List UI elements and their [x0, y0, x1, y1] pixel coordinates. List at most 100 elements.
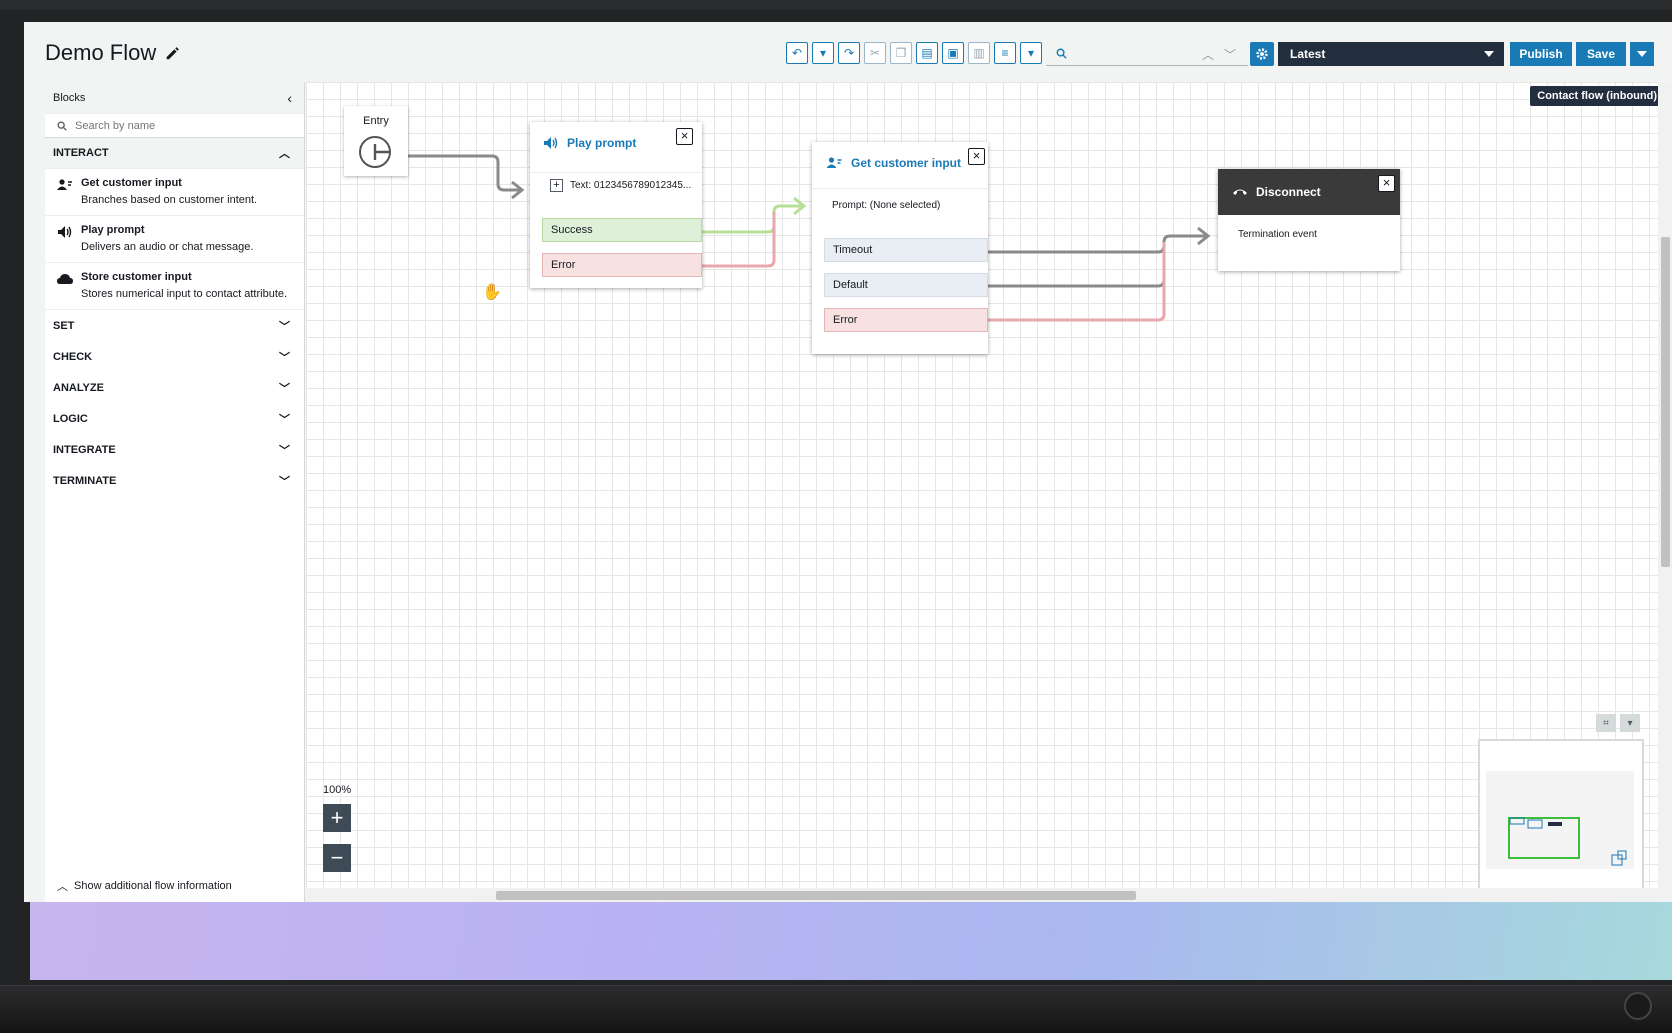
- category-set[interactable]: SET ﹀: [45, 310, 304, 341]
- version-select[interactable]: Latest: [1278, 42, 1504, 66]
- cut-icon[interactable]: ✂: [864, 42, 886, 64]
- close-icon[interactable]: ×: [676, 128, 693, 145]
- fit-view-icon[interactable]: ⌗: [1596, 714, 1616, 732]
- monitor-top-edge: [0, 0, 1672, 10]
- scroll-thumb[interactable]: [1661, 237, 1670, 567]
- copy-icon[interactable]: ❐: [890, 42, 912, 64]
- search-previous-icon[interactable]: ︿: [1202, 46, 1214, 63]
- node-title: Play prompt: [567, 136, 637, 150]
- node-title: Disconnect: [1256, 185, 1321, 199]
- block-description: Stores numerical input to contact attrib…: [81, 288, 288, 300]
- category-logic[interactable]: LOGIC ﹀: [45, 403, 304, 434]
- scroll-thumb[interactable]: [496, 891, 1136, 900]
- block-description: Delivers an audio or chat message.: [81, 241, 254, 253]
- save-button[interactable]: Save: [1576, 42, 1626, 66]
- publish-button[interactable]: Publish: [1510, 42, 1572, 66]
- branch-error[interactable]: Error: [542, 253, 702, 277]
- branch-default[interactable]: Default: [824, 273, 988, 297]
- close-icon[interactable]: ×: [1378, 175, 1395, 192]
- node-title: Get customer input: [851, 156, 962, 170]
- prompt-text: Text: 0123456789012345...: [570, 180, 692, 191]
- show-flow-info-label: Show additional flow information: [74, 880, 232, 892]
- category-label: TERMINATE: [53, 474, 117, 487]
- search-icon: [1056, 48, 1067, 59]
- horizontal-scrollbar[interactable]: [306, 888, 1672, 902]
- align-icon[interactable]: ≡: [994, 42, 1016, 64]
- chevron-down-icon: ﹀: [279, 320, 290, 333]
- redo-icon[interactable]: ↷: [838, 42, 860, 64]
- category-label: ANALYZE: [53, 381, 104, 394]
- block-get-customer-input[interactable]: Get customer input Branches based on cus…: [45, 169, 304, 216]
- caret-down-icon: [1637, 51, 1647, 57]
- flow-title: Demo Flow: [45, 40, 182, 66]
- cloud-icon: [57, 271, 73, 301]
- entry-node[interactable]: Entry: [344, 106, 408, 176]
- pencil-icon[interactable]: [164, 44, 182, 62]
- hand-cursor-icon: ✋: [482, 284, 502, 301]
- entry-label: Entry: [363, 115, 389, 127]
- category-check[interactable]: CHECK ﹀: [45, 341, 304, 372]
- phone-hangup-icon: [1233, 189, 1247, 195]
- block-search[interactable]: [45, 114, 304, 138]
- branch-success[interactable]: Success: [542, 218, 702, 242]
- speaker-icon: [544, 137, 558, 149]
- entry-point-icon: [359, 136, 391, 168]
- minimap-controls: ⌗ ▾: [1596, 714, 1640, 732]
- branch-label: Error: [833, 314, 858, 326]
- zoom-out-button[interactable]: −: [323, 844, 351, 872]
- undo-icon[interactable]: ↶: [786, 42, 808, 64]
- prompt-text-row[interactable]: + Text: 0123456789012345...: [530, 172, 702, 198]
- disconnect-node[interactable]: Disconnect × Termination event: [1218, 169, 1400, 271]
- flow-type-badge: Contact flow (inbound): [1530, 86, 1664, 106]
- chevron-down-icon: ﹀: [279, 351, 290, 364]
- paste-icon[interactable]: ▤: [916, 42, 938, 64]
- chevron-down-icon: ﹀: [279, 382, 290, 395]
- chevron-down-icon: ﹀: [279, 444, 290, 457]
- edit-toolbar: ↶ ▾ ↷ ✂ ❐ ▤ ▣ ▥ ≡ ▾: [786, 42, 1042, 64]
- block-store-customer-input[interactable]: Store customer input Stores numerical in…: [45, 263, 304, 310]
- minimap[interactable]: [1478, 739, 1644, 901]
- show-flow-info-toggle[interactable]: ︿ Show additional flow information: [57, 878, 232, 894]
- termination-event: Termination event: [1238, 229, 1317, 240]
- flow-header: Demo Flow ↶ ▾ ↷ ✂ ❐ ▤ ▣ ▥ ≡ ▾ ︿ ﹀ Latest…: [24, 22, 1672, 82]
- chevron-down-icon: ﹀: [279, 475, 290, 488]
- get-customer-input-node[interactable]: Get customer input × Prompt: (None selec…: [812, 142, 988, 354]
- branch-timeout[interactable]: Timeout: [824, 238, 988, 262]
- category-label: LOGIC: [53, 412, 88, 425]
- branch-error[interactable]: Error: [824, 308, 988, 332]
- block-description: Branches based on customer intent.: [81, 194, 258, 206]
- minimap-dropdown-icon[interactable]: ▾: [1620, 714, 1640, 732]
- zoom-in-button[interactable]: +: [323, 804, 351, 832]
- category-interact[interactable]: INTERACT ︿: [45, 138, 304, 169]
- block-search-input[interactable]: [75, 119, 275, 132]
- canvas-search-input[interactable]: [1075, 46, 1195, 61]
- prompt-row[interactable]: Prompt: (None selected): [812, 188, 988, 222]
- minimap-area: [1486, 771, 1634, 869]
- undo-dropdown-icon[interactable]: ▾: [812, 42, 834, 64]
- settings-gear-icon[interactable]: [1250, 42, 1274, 66]
- vertical-scrollbar[interactable]: [1658, 82, 1672, 888]
- screen: Demo Flow ↶ ▾ ↷ ✂ ❐ ▤ ▣ ▥ ≡ ▾ ︿ ﹀ Latest…: [24, 22, 1672, 902]
- flow-title-text: Demo Flow: [45, 40, 157, 65]
- search-next-icon[interactable]: ﹀: [1224, 46, 1236, 63]
- flow-canvas[interactable]: Contact flow (inbound) Entry Play prompt…: [306, 82, 1672, 902]
- play-prompt-node[interactable]: Play prompt × + Text: 0123456789012345..…: [530, 122, 702, 288]
- category-label: INTERACT: [53, 147, 109, 159]
- add-icon[interactable]: +: [550, 179, 563, 192]
- branch-label: Default: [833, 279, 868, 291]
- align-dropdown-icon[interactable]: ▾: [1020, 42, 1042, 64]
- branch-label: Success: [551, 224, 593, 236]
- category-integrate[interactable]: INTEGRATE ﹀: [45, 434, 304, 465]
- save-options-button[interactable]: [1630, 42, 1654, 66]
- close-icon[interactable]: ×: [968, 148, 985, 165]
- category-terminate[interactable]: TERMINATE ﹀: [45, 465, 304, 496]
- connector-lines: [378, 154, 1211, 322]
- select-all-icon[interactable]: ▣: [942, 42, 964, 64]
- node-header: Get customer input: [826, 156, 961, 170]
- category-analyze[interactable]: ANALYZE ﹀: [45, 372, 304, 403]
- search-nav: ︿ ﹀: [1202, 46, 1236, 63]
- sidebar-title: Blocks: [53, 91, 86, 104]
- collapse-sidebar-icon[interactable]: ‹: [287, 90, 292, 106]
- delete-icon[interactable]: ▥: [968, 42, 990, 64]
- block-play-prompt[interactable]: Play prompt Delivers an audio or chat me…: [45, 216, 304, 263]
